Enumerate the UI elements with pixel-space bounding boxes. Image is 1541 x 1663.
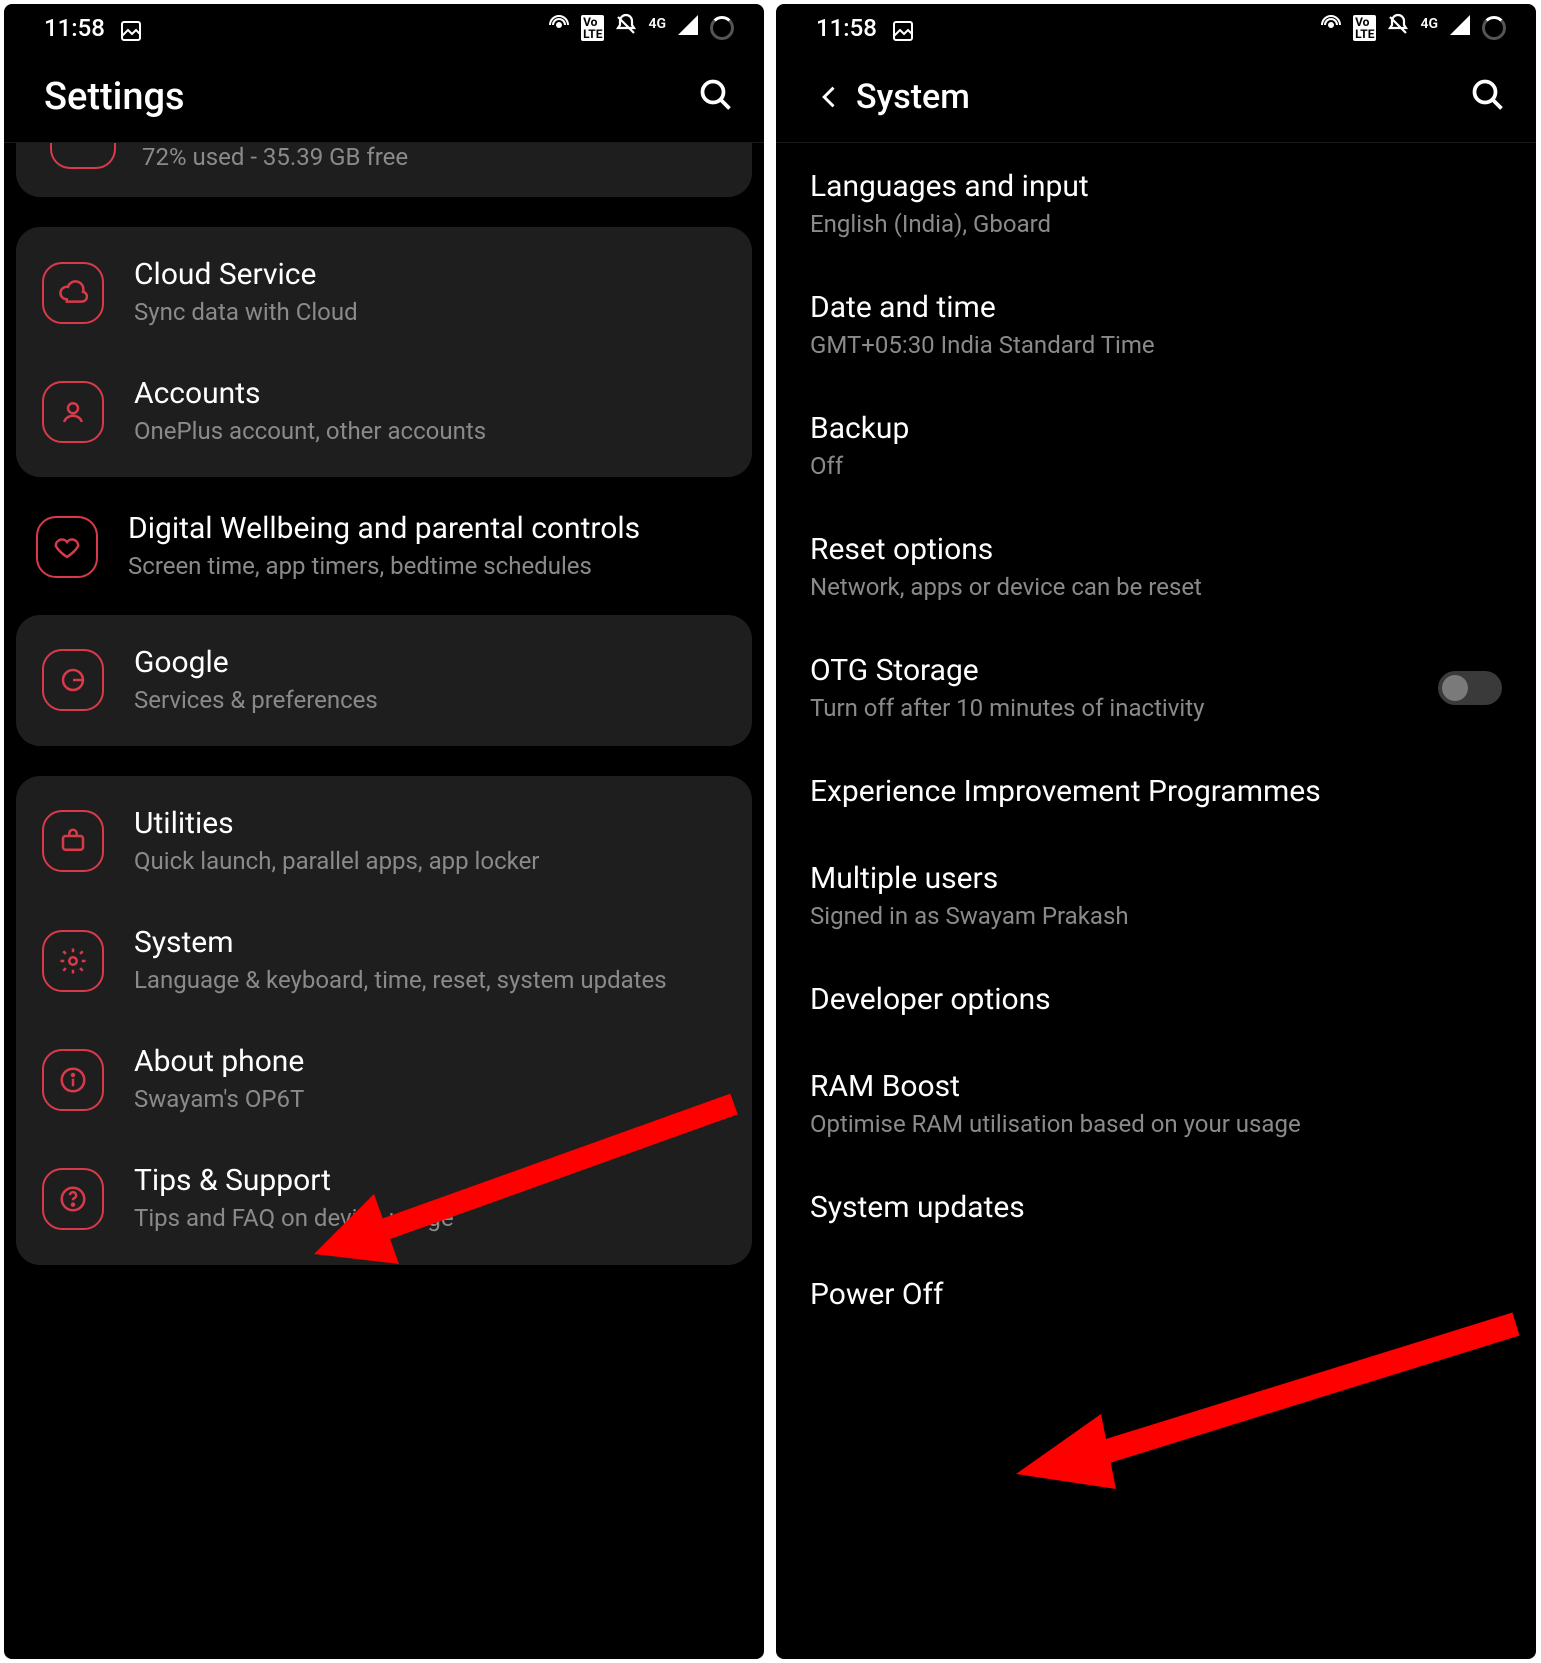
row-languages-input[interactable]: Languages and input English (India), Gbo… [776,143,1536,264]
loading-icon [1482,16,1506,40]
row-utilities[interactable]: Utilities Quick launch, parallel apps, a… [16,782,752,901]
volte-icon: VoLTE [1353,15,1376,41]
mute-icon [614,13,638,43]
question-icon [42,1168,104,1230]
row-label: Power Off [810,1277,1502,1312]
otg-toggle[interactable] [1438,671,1502,705]
row-accounts[interactable]: Accounts OnePlus account, other accounts [16,352,752,471]
status-bar: 11:58 VoLTE 4G [4,4,764,52]
volte-icon: VoLTE [581,15,604,41]
row-cloud-service[interactable]: Cloud Service Sync data with Cloud [16,233,752,352]
row-system[interactable]: System Language & keyboard, time, reset,… [16,901,752,1020]
row-label: Date and time [810,290,1502,325]
signal-icon [1448,13,1472,43]
search-button[interactable] [698,77,734,117]
row-sub: Screen time, app timers, bedtime schedul… [128,551,726,582]
info-icon [42,1049,104,1111]
row-label: System [134,925,726,961]
row-about-phone[interactable]: About phone Swayam's OP6T [16,1020,752,1139]
row-label: Reset options [810,532,1502,567]
status-time: 11:58 [44,14,105,42]
page-title: Settings [44,75,698,119]
page-header: System [776,52,1536,142]
row-label: RAM Boost [810,1069,1502,1104]
row-label: OTG Storage [810,653,1502,688]
row-power-off[interactable]: Power Off [776,1251,1536,1338]
settings-group-system: Utilities Quick launch, parallel apps, a… [16,776,752,1265]
row-sub: OnePlus account, other accounts [134,416,726,447]
storage-summary[interactable]: 72% used - 35.39 GB free [16,143,752,191]
row-sub: Services & preferences [134,685,726,716]
row-wellbeing[interactable]: Digital Wellbeing and parental controls … [16,487,752,606]
storage-card-partial: 72% used - 35.39 GB free [16,143,752,197]
row-label: Backup [810,411,1502,446]
briefcase-icon [42,810,104,872]
row-sub: Optimise RAM utilisation based on your u… [810,1110,1502,1138]
settings-list: 72% used - 35.39 GB free Cloud Service S… [4,143,764,1659]
row-label: About phone [134,1044,726,1080]
row-google[interactable]: Google Services & preferences [16,621,752,740]
row-developer-options[interactable]: Developer options [776,956,1536,1043]
row-sub: Swayam's OP6T [134,1084,726,1115]
network-label: 4G [648,16,666,32]
person-icon [42,381,104,443]
row-backup[interactable]: Backup Off [776,385,1536,506]
signal-icon [676,13,700,43]
row-date-time[interactable]: Date and time GMT+05:30 India Standard T… [776,264,1536,385]
row-label: Google [134,645,726,681]
row-sub: Tips and FAQ on device usage [134,1203,726,1234]
page-title: System [856,77,1470,117]
row-sub: Turn off after 10 minutes of inactivity [810,694,1502,722]
mute-icon [1386,13,1410,43]
row-experience-improvement[interactable]: Experience Improvement Programmes [776,748,1536,835]
google-icon [42,649,104,711]
row-sub: Language & keyboard, time, reset, system… [134,965,726,996]
row-system-updates[interactable]: System updates [776,1164,1536,1251]
picture-icon [119,19,137,37]
row-label: Digital Wellbeing and parental controls [128,511,726,547]
row-label: Multiple users [810,861,1502,896]
gear-icon [42,930,104,992]
row-multiple-users[interactable]: Multiple users Signed in as Swayam Praka… [776,835,1536,956]
row-sub: Quick launch, parallel apps, app locker [134,846,726,877]
cloud-icon [42,262,104,324]
hotspot-icon [547,13,571,43]
heart-icon [36,516,98,578]
back-button[interactable] [816,83,856,111]
network-label: 4G [1420,16,1438,32]
settings-group-cloud: Cloud Service Sync data with Cloud Accou… [16,227,752,477]
picture-icon [891,19,909,37]
phone-left: 11:58 VoLTE 4G Settings 72% used - 35.39… [4,4,764,1659]
row-sub: GMT+05:30 India Standard Time [810,331,1502,359]
row-sub: Network, apps or device can be reset [810,573,1502,601]
search-button[interactable] [1470,77,1506,117]
row-label: Experience Improvement Programmes [810,774,1502,809]
page-header: Settings [4,52,764,142]
row-label: Cloud Service [134,257,726,293]
row-label: Languages and input [810,169,1502,204]
row-ram-boost[interactable]: RAM Boost Optimise RAM utilisation based… [776,1043,1536,1164]
hotspot-icon [1319,13,1343,43]
row-label: Developer options [810,982,1502,1017]
row-sub: Off [810,452,1502,480]
settings-group-google: Google Services & preferences [16,615,752,746]
system-list: Languages and input English (India), Gbo… [776,143,1536,1659]
row-label: Accounts [134,376,726,412]
row-reset-options[interactable]: Reset options Network, apps or device ca… [776,506,1536,627]
row-sub: Sync data with Cloud [134,297,726,328]
row-label: Tips & Support [134,1163,726,1199]
row-label: System updates [810,1190,1502,1225]
status-time: 11:58 [816,14,877,42]
phone-right: 11:58 VoLTE 4G System Languages and inpu… [776,4,1536,1659]
row-label: Utilities [134,806,726,842]
row-sub: Signed in as Swayam Prakash [810,902,1502,930]
row-otg-storage[interactable]: OTG Storage Turn off after 10 minutes of… [776,627,1536,748]
row-sub: English (India), Gboard [810,210,1502,238]
status-bar: 11:58 VoLTE 4G [776,4,1536,52]
row-tips-support[interactable]: Tips & Support Tips and FAQ on device us… [16,1139,752,1258]
loading-icon [710,16,734,40]
